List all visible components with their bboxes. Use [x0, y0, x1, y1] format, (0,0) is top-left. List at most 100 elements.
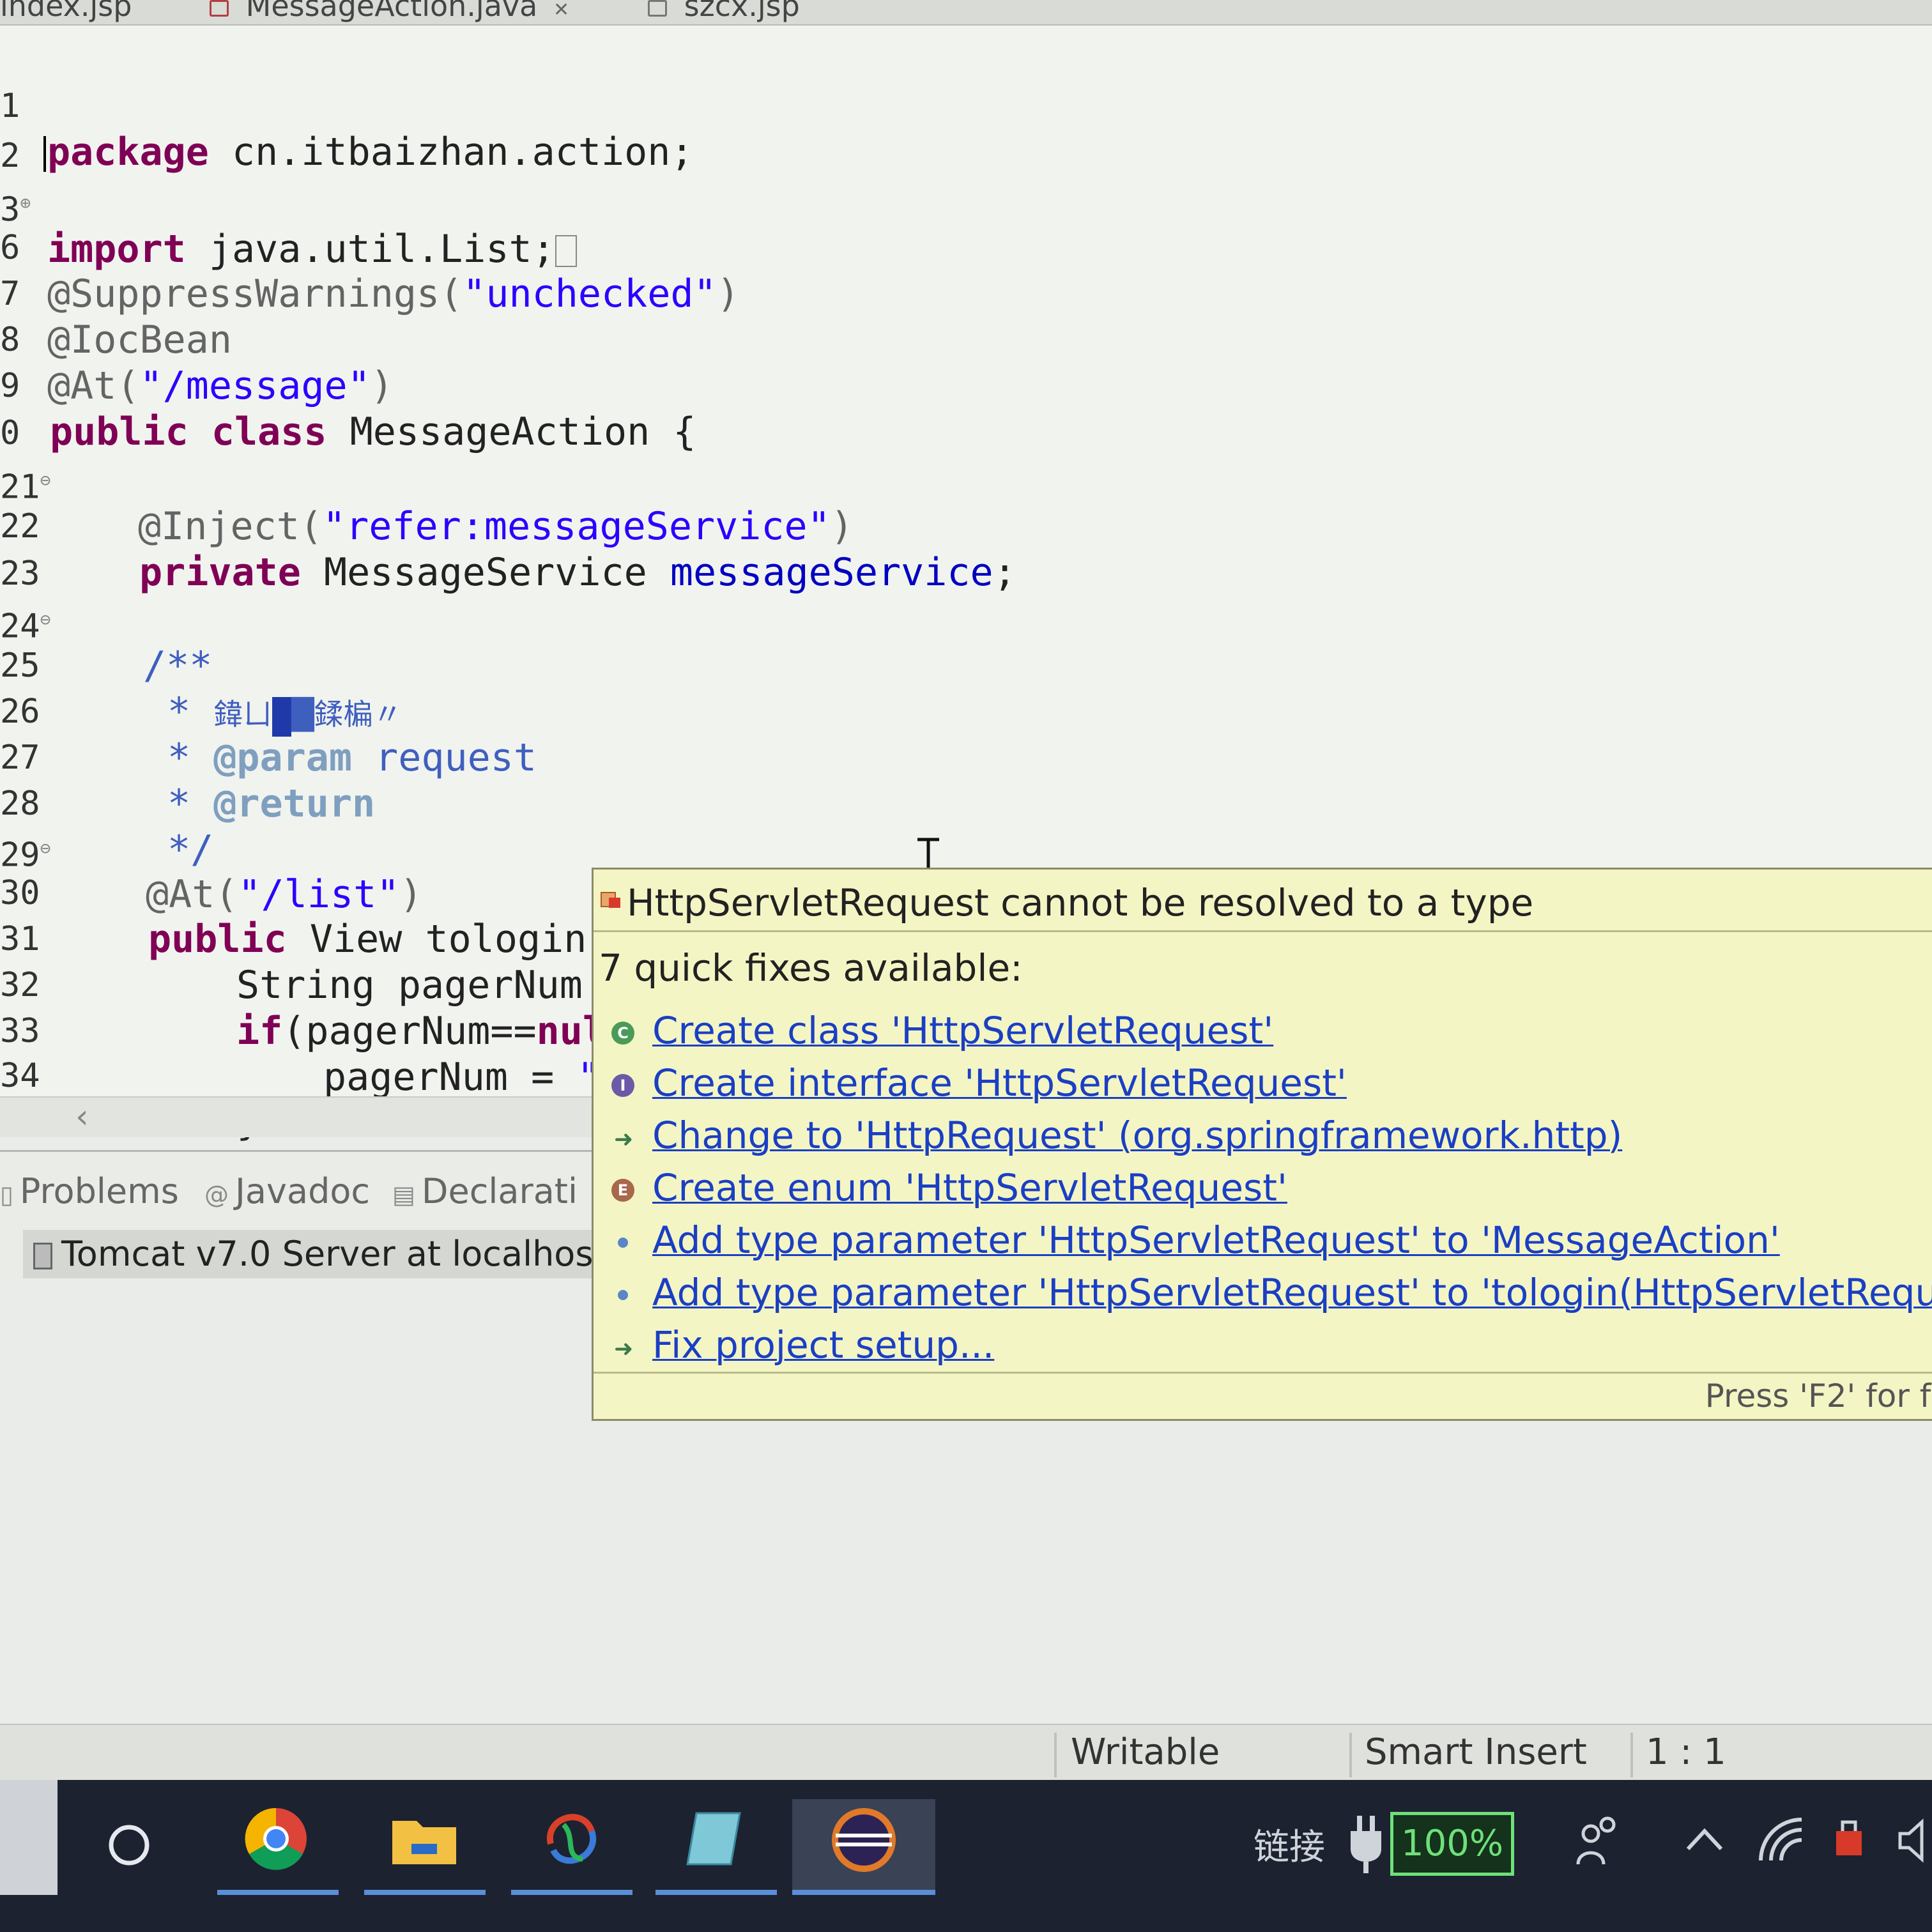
code-line: 7 @IocBean — [0, 225, 232, 362]
enum-icon: E — [611, 1179, 634, 1202]
notepad-icon — [686, 1812, 741, 1866]
tab-label: Declarati — [421, 1171, 578, 1211]
code-line: 34 } — [0, 1007, 259, 1144]
error-icon — [601, 892, 620, 908]
change-arrow-icon: ➜ — [614, 1126, 634, 1153]
tray-app-icon[interactable] — [1830, 1816, 1868, 1863]
class-icon: C — [611, 1022, 634, 1045]
javadoc-icon: @ — [204, 1181, 229, 1209]
tab-label: Problems — [19, 1171, 179, 1211]
search-circle-icon[interactable] — [106, 1822, 152, 1868]
code-line: 8 @At("/message") — [0, 271, 394, 408]
volume-icon[interactable] — [1897, 1818, 1932, 1863]
code-line: 29⊖ @At("/list") — [0, 779, 423, 917]
tab-label: Javadoc — [235, 1171, 371, 1211]
problems-icon: ▯ — [0, 1181, 13, 1209]
code-line: 28 */ — [0, 735, 213, 872]
code-line: 6 @SuppressWarnings("unchecked") — [0, 179, 740, 316]
fix-link[interactable]: Add type parameter 'HttpServletRequest' … — [652, 1271, 1932, 1314]
jsp-file-icon — [648, 0, 667, 17]
chevron-up-icon[interactable] — [1684, 1825, 1725, 1853]
fix-link[interactable]: Create class 'HttpServletRequest' — [652, 1009, 1273, 1052]
tab-declaration[interactable]: ▤ Declarati — [392, 1171, 578, 1211]
code-line: 22 private MessageService messageService… — [0, 457, 1016, 595]
fix-link[interactable]: Create interface 'HttpServletRequest' — [652, 1061, 1347, 1105]
fix-link[interactable]: Add type parameter 'HttpServletRequest' … — [652, 1218, 1780, 1262]
server-icon — [33, 1243, 52, 1270]
bullet-icon — [618, 1290, 628, 1300]
server-label: Tomcat v7.0 Server at localhost — [61, 1234, 607, 1274]
folder-icon — [392, 1821, 456, 1864]
code-line: 27 * @return — [0, 689, 375, 826]
code-line: 23 — [0, 505, 93, 593]
interface-icon: I — [611, 1074, 634, 1097]
code-line: 3⊕ import java.util.List; — [0, 134, 577, 272]
taskbar: 链接 100% — [0, 1780, 1932, 1932]
declaration-icon: ▤ — [392, 1181, 415, 1209]
app-taskbar-button[interactable] — [511, 1799, 632, 1895]
status-divider — [1054, 1733, 1057, 1777]
power-plug-icon — [1351, 1816, 1381, 1873]
status-writable: Writable — [1071, 1731, 1220, 1773]
people-icon[interactable] — [1575, 1814, 1620, 1868]
swirl-app-icon — [546, 1814, 597, 1864]
code-line: 1 package cn.itbaizhan.action; — [0, 37, 693, 174]
horizontal-scrollbar[interactable]: ‹ — [0, 1096, 594, 1137]
status-insert-mode: Smart Insert — [1365, 1731, 1587, 1773]
editor-tab-bar: index.jsp MessageAction.java ✕ szcx.jsp — [0, 0, 1932, 26]
code-line: 25 * 鍏ㄩ █鍒楄〃 — [0, 597, 402, 737]
code-line: 24⊖ /** — [0, 551, 212, 688]
code-line: 2 — [0, 87, 93, 175]
server-list-item[interactable]: Tomcat v7.0 Server at localhost — [23, 1230, 607, 1278]
code-line: 33 pagerNum = " — [0, 962, 600, 1100]
fix-link[interactable]: Create enum 'HttpServletRequest' — [652, 1166, 1287, 1209]
tab-label: MessageAction.java — [245, 0, 538, 23]
eclipse-icon — [832, 1808, 896, 1872]
running-indicator — [364, 1890, 486, 1895]
code-line: 31 String pagerNum — [0, 870, 583, 1008]
chrome-taskbar-button[interactable] — [217, 1799, 339, 1895]
fix-link[interactable]: Change to 'HttpRequest' (org.springframe… — [652, 1114, 1622, 1157]
status-divider — [1630, 1733, 1633, 1777]
running-indicator — [511, 1890, 632, 1895]
close-icon[interactable]: ✕ — [553, 0, 569, 21]
tab-label: szcx.jsp — [684, 0, 800, 23]
battery-indicator[interactable]: 100% — [1390, 1812, 1514, 1876]
start-button[interactable] — [0, 1780, 57, 1895]
fix-arrow-icon: ➜ — [614, 1336, 634, 1362]
popup-footer: Press 'F2' for fo — [594, 1372, 1932, 1419]
tab-problems[interactable]: ▯ Problems — [0, 1171, 179, 1211]
tab-index-jsp[interactable]: index.jsp — [0, 0, 138, 24]
bullet-icon — [618, 1238, 628, 1248]
bottom-panel: ▯ Problems @ Javadoc ▤ Declarati Tomcat v7.… — [0, 1150, 607, 1278]
running-indicator — [792, 1890, 935, 1895]
java-file-icon — [210, 0, 229, 17]
status-divider — [1349, 1733, 1352, 1777]
network-label[interactable]: 链接 — [1254, 1818, 1325, 1870]
focus-hint: Press 'F2' for fo — [1705, 1377, 1932, 1414]
code-line: 21⊖ @Inject("refer:messageService") — [0, 411, 854, 549]
status-bar: Writable Smart Insert 1 : 1 — [0, 1724, 1932, 1780]
eclipse-taskbar-button[interactable] — [792, 1799, 935, 1895]
notepad-taskbar-button[interactable] — [656, 1799, 777, 1895]
chrome-icon — [245, 1807, 307, 1870]
fix-link[interactable]: Fix project setup... — [652, 1323, 994, 1367]
code-line: 30 public View tologin(HttpServletReques… — [0, 824, 1256, 962]
wifi-icon[interactable] — [1757, 1816, 1804, 1863]
selection-block — [272, 696, 292, 737]
popup-header: HttpServletRequest cannot be resolved to… — [594, 870, 1932, 932]
code-line: 9 public class MessageAction { — [0, 317, 696, 454]
running-indicator — [217, 1890, 339, 1895]
quick-fix-popup: HttpServletRequest cannot be resolved to… — [592, 868, 1932, 1421]
popup-subtitle: 7 quick fixes available: — [599, 946, 1023, 990]
code-line: 32 if(pagerNum==nul — [0, 916, 606, 1054]
tab-label: index.jsp — [0, 0, 132, 23]
tab-szcx-jsp[interactable]: szcx.jsp — [641, 0, 806, 24]
tab-message-action-java[interactable]: MessageAction.java ✕ — [203, 0, 576, 24]
tab-javadoc[interactable]: @ Javadoc — [204, 1171, 370, 1211]
popup-title: HttpServletRequest cannot be resolved to… — [627, 881, 1534, 924]
running-indicator — [656, 1890, 777, 1895]
file-explorer-taskbar-button[interactable] — [364, 1799, 486, 1895]
code-line: 26 * @param request — [0, 643, 537, 780]
scroll-left-icon[interactable]: ‹ — [75, 1098, 89, 1136]
